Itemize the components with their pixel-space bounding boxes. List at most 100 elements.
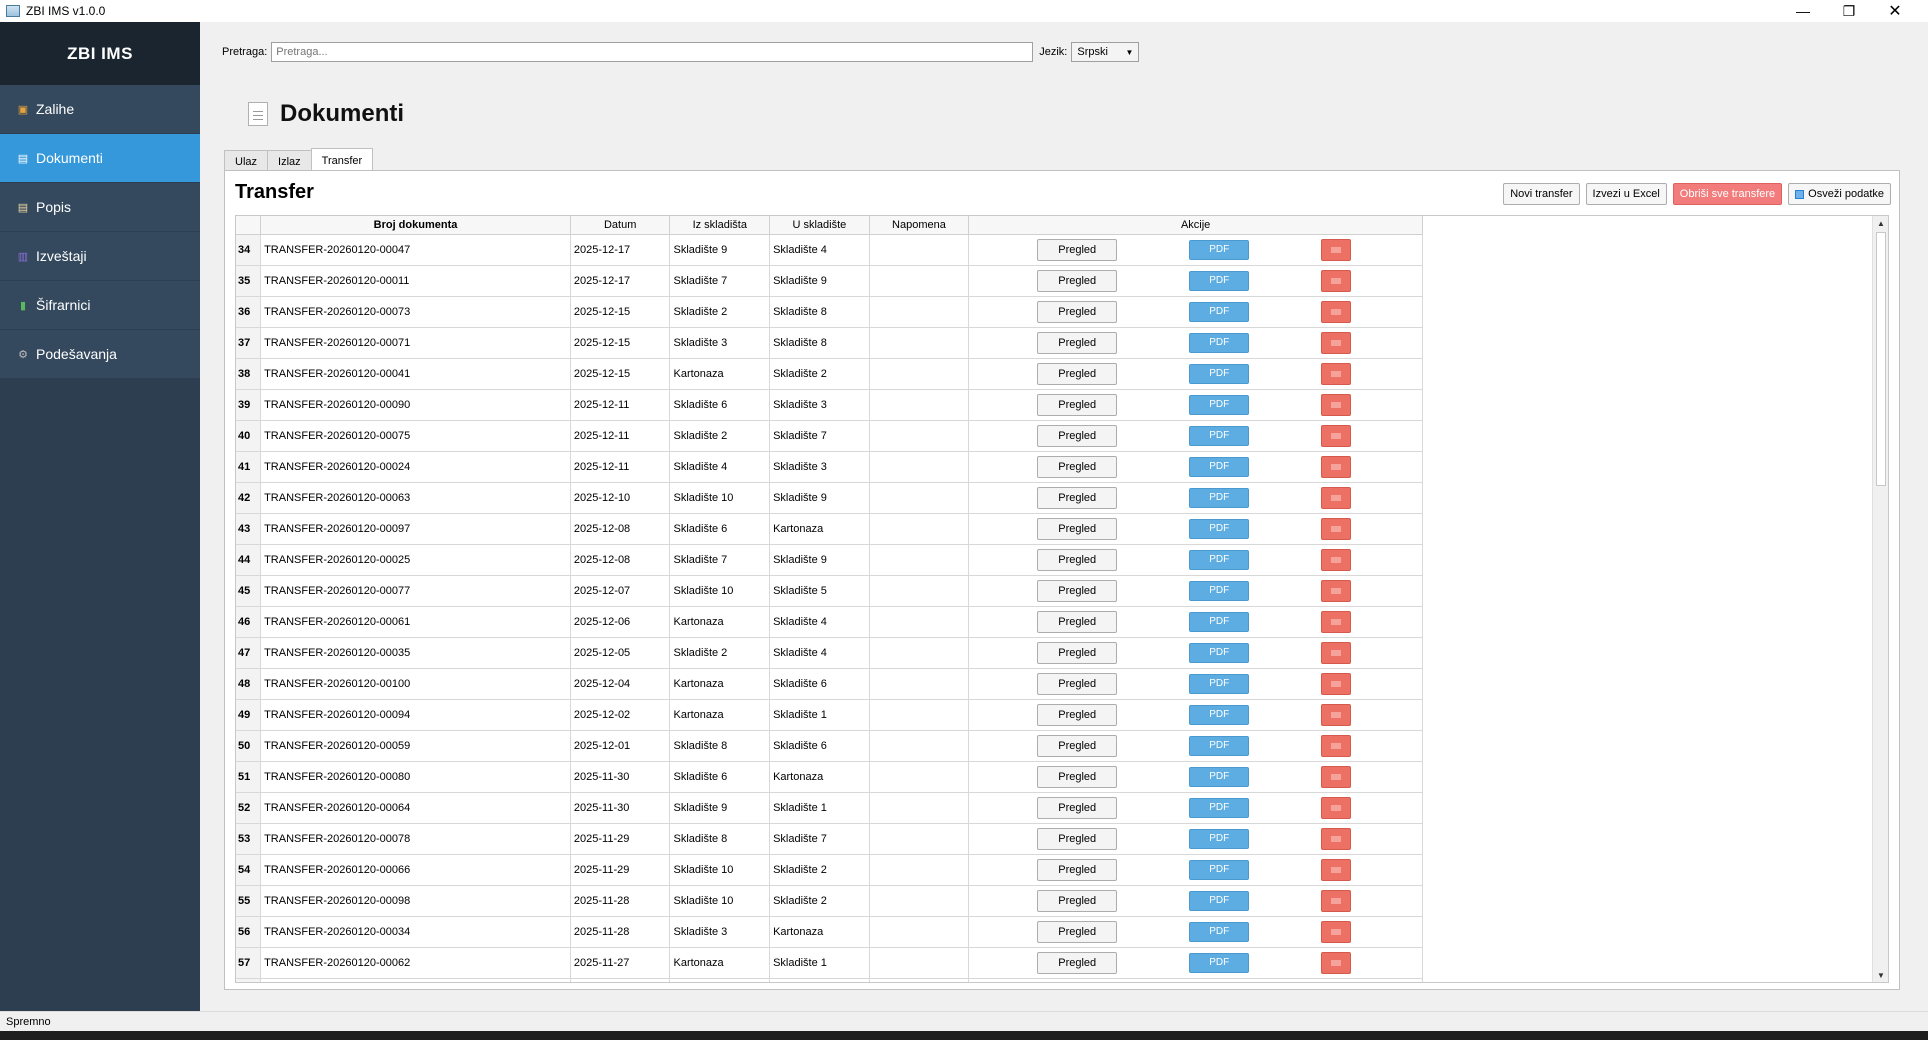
delete-button[interactable] bbox=[1321, 269, 1352, 292]
delete-button[interactable] bbox=[1321, 486, 1352, 509]
sidebar-item-2[interactable]: ▤ Popis bbox=[0, 183, 200, 232]
view-button[interactable]: Pregled bbox=[1037, 951, 1118, 974]
pdf-button[interactable]: PDF bbox=[1189, 456, 1250, 477]
pdf-button[interactable]: PDF bbox=[1189, 425, 1250, 446]
sidebar-item-3[interactable]: ▥ Izveštaji bbox=[0, 232, 200, 281]
table-row[interactable]: 34 TRANSFER-20260120-00047 2025-12-17 Sklad… bbox=[236, 234, 1423, 266]
sidebar-item-4[interactable]: ▮ Šifrarnici bbox=[0, 281, 200, 330]
pdf-button[interactable]: PDF bbox=[1189, 921, 1250, 942]
table-row[interactable]: 38 TRANSFER-20260120-00041 2025-12-15 Karto… bbox=[236, 358, 1423, 390]
view-button[interactable]: Pregled bbox=[1037, 610, 1118, 633]
view-button[interactable]: Pregled bbox=[1037, 858, 1118, 881]
table-row[interactable]: 49 TRANSFER-20260120-00094 2025-12-02 Karto… bbox=[236, 699, 1423, 731]
header-date[interactable]: Datum bbox=[570, 216, 671, 235]
search-input[interactable] bbox=[271, 42, 1034, 62]
delete-button[interactable] bbox=[1321, 579, 1352, 602]
header-note[interactable]: Napomena bbox=[869, 216, 970, 235]
view-button[interactable]: Pregled bbox=[1037, 393, 1118, 416]
table-row[interactable]: 53 TRANSFER-20260120-00078 2025-11-29 Sklad… bbox=[236, 823, 1423, 855]
delete-button[interactable] bbox=[1321, 858, 1352, 881]
pdf-button[interactable]: PDF bbox=[1189, 301, 1250, 322]
table-row[interactable]: 40 TRANSFER-20260120-00075 2025-12-11 Sklad… bbox=[236, 420, 1423, 452]
header-doc-number[interactable]: Broj dokumenta bbox=[260, 216, 571, 235]
table-row[interactable]: 56 TRANSFER-20260120-00034 2025-11-28 Sklad… bbox=[236, 916, 1423, 948]
new-transfer-button[interactable]: Novi transfer bbox=[1503, 183, 1580, 205]
delete-button[interactable] bbox=[1321, 889, 1352, 912]
delete-button[interactable] bbox=[1321, 393, 1352, 416]
pdf-button[interactable]: PDF bbox=[1189, 859, 1250, 880]
table-row[interactable]: 57 TRANSFER-20260120-00062 2025-11-27 Karto… bbox=[236, 947, 1423, 979]
pdf-button[interactable]: PDF bbox=[1189, 766, 1250, 787]
table-row[interactable]: 51 TRANSFER-20260120-00080 2025-11-30 Sklad… bbox=[236, 761, 1423, 793]
delete-button[interactable] bbox=[1321, 920, 1352, 943]
table-row[interactable]: 39 TRANSFER-20260120-00090 2025-12-11 Sklad… bbox=[236, 389, 1423, 421]
delete-button[interactable] bbox=[1321, 827, 1352, 850]
pdf-button[interactable]: PDF bbox=[1189, 580, 1250, 601]
table-row[interactable]: 37 TRANSFER-20260120-00071 2025-12-15 Sklad… bbox=[236, 327, 1423, 359]
table-row[interactable]: 46 TRANSFER-20260120-00061 2025-12-06 Karto… bbox=[236, 606, 1423, 638]
sidebar-item-1[interactable]: ▤ Dokumenti bbox=[0, 134, 200, 183]
scroll-down-icon[interactable]: ▼ bbox=[1873, 968, 1888, 982]
pdf-button[interactable]: PDF bbox=[1189, 332, 1250, 353]
table-row[interactable]: 54 TRANSFER-20260120-00066 2025-11-29 Sklad… bbox=[236, 854, 1423, 886]
view-button[interactable]: Pregled bbox=[1037, 362, 1118, 385]
view-button[interactable]: Pregled bbox=[1037, 920, 1118, 943]
scroll-up-icon[interactable]: ▲ bbox=[1873, 216, 1888, 230]
pdf-button[interactable]: PDF bbox=[1189, 394, 1250, 415]
delete-button[interactable] bbox=[1321, 703, 1352, 726]
delete-all-button[interactable]: Obriši sve transfere bbox=[1672, 183, 1783, 205]
table-row[interactable]: 42 TRANSFER-20260120-00063 2025-12-10 Sklad… bbox=[236, 482, 1423, 514]
pdf-button[interactable]: PDF bbox=[1189, 828, 1250, 849]
delete-button[interactable] bbox=[1321, 983, 1351, 984]
table-row[interactable]: 48 TRANSFER-20260120-00100 2025-12-04 Karto… bbox=[236, 668, 1423, 700]
delete-button[interactable] bbox=[1321, 610, 1352, 633]
header-from-warehouse[interactable]: Iz skladišta bbox=[669, 216, 771, 235]
pdf-button[interactable]: PDF bbox=[1189, 890, 1250, 911]
delete-button[interactable] bbox=[1321, 455, 1352, 478]
delete-button[interactable] bbox=[1321, 238, 1352, 261]
sidebar-item-5[interactable]: ⚙ Podešavanja bbox=[0, 330, 200, 379]
table-row[interactable]: 50 TRANSFER-20260120-00059 2025-12-01 Sklad… bbox=[236, 730, 1423, 762]
pdf-button[interactable]: PDF bbox=[1189, 611, 1250, 632]
pdf-button[interactable]: PDF bbox=[1189, 642, 1250, 663]
view-button[interactable]: Pregled bbox=[1037, 269, 1118, 292]
sidebar-item-0[interactable]: ▣ Zalihe bbox=[0, 85, 200, 134]
pdf-button[interactable]: PDF bbox=[1189, 735, 1250, 756]
export-excel-button[interactable]: Izvezi u Excel bbox=[1585, 183, 1667, 205]
header-to-warehouse[interactable]: U skladište bbox=[769, 216, 870, 235]
pdf-button[interactable]: PDF bbox=[1189, 673, 1250, 694]
view-button[interactable]: Pregled bbox=[1037, 300, 1118, 323]
pdf-button[interactable]: PDF bbox=[1189, 518, 1250, 539]
delete-button[interactable] bbox=[1321, 517, 1352, 540]
delete-button[interactable] bbox=[1321, 331, 1352, 354]
vertical-scrollbar[interactable]: ▲ ▼ bbox=[1872, 216, 1888, 982]
table-row[interactable]: 45 TRANSFER-20260120-00077 2025-12-07 Sklad… bbox=[236, 575, 1423, 607]
pdf-button[interactable]: PDF bbox=[1189, 704, 1250, 725]
tab-ulaz[interactable]: Ulaz bbox=[224, 150, 269, 172]
table-row[interactable]: 35 TRANSFER-20260120-00011 2025-12-17 Sklad… bbox=[236, 265, 1423, 297]
tab-transfer[interactable]: Transfer bbox=[310, 148, 374, 172]
delete-button[interactable] bbox=[1321, 734, 1352, 757]
minimize-button[interactable]: — bbox=[1780, 0, 1826, 22]
view-button[interactable]: Pregled bbox=[1037, 486, 1118, 509]
view-button[interactable]: Pregled bbox=[1037, 238, 1118, 261]
view-button[interactable]: Pregled bbox=[1037, 641, 1118, 664]
table-row[interactable]: 52 TRANSFER-20260120-00064 2025-11-30 Sklad… bbox=[236, 792, 1423, 824]
pdf-button[interactable]: PDF bbox=[1189, 239, 1250, 260]
delete-button[interactable] bbox=[1321, 548, 1352, 571]
table-row[interactable]: 41 TRANSFER-20260120-00024 2025-12-11 Sklad… bbox=[236, 451, 1423, 483]
pdf-button[interactable]: PDF bbox=[1189, 797, 1250, 818]
delete-button[interactable] bbox=[1321, 362, 1352, 385]
table-row[interactable]: 47 TRANSFER-20260120-00035 2025-12-05 Sklad… bbox=[236, 637, 1423, 669]
tab-izlaz[interactable]: Izlaz bbox=[267, 150, 312, 172]
delete-button[interactable] bbox=[1321, 796, 1352, 819]
view-button[interactable]: Pregled bbox=[1037, 889, 1118, 912]
delete-button[interactable] bbox=[1321, 672, 1352, 695]
delete-button[interactable] bbox=[1321, 765, 1352, 788]
delete-button[interactable] bbox=[1321, 951, 1352, 974]
close-button[interactable]: ✕ bbox=[1872, 0, 1918, 22]
view-button[interactable]: Pregled bbox=[1037, 765, 1118, 788]
table-row[interactable]: 55 TRANSFER-20260120-00098 2025-11-28 Sklad… bbox=[236, 885, 1423, 917]
table-row[interactable]: 43 TRANSFER-20260120-00097 2025-12-08 Sklad… bbox=[236, 513, 1423, 545]
maximize-button[interactable]: ❐ bbox=[1826, 0, 1872, 22]
